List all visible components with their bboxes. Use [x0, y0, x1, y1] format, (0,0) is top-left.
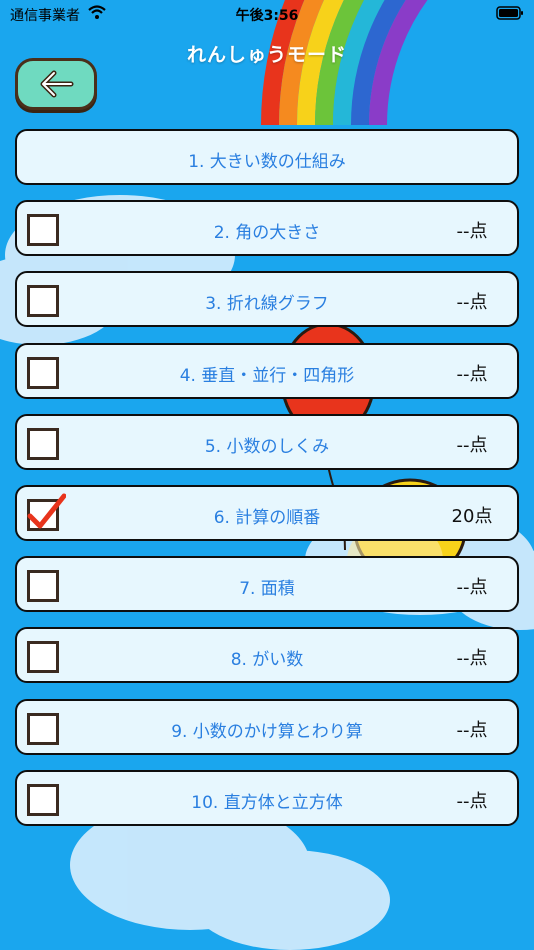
- lesson-score: --点: [456, 364, 488, 385]
- back-button[interactable]: [15, 58, 97, 110]
- lesson-row[interactable]: 9. 小数のかけ算とわり算 --点: [15, 699, 519, 755]
- lesson-row[interactable]: 5. 小数のしくみ --点: [15, 414, 519, 470]
- battery-icon: [496, 6, 523, 20]
- arrow-left-icon: [40, 70, 74, 98]
- lesson-score: --点: [456, 292, 488, 313]
- lesson-score: --点: [456, 648, 488, 669]
- lesson-row[interactable]: 2. 角の大きさ --点: [15, 200, 519, 256]
- lesson-score: --点: [456, 435, 488, 456]
- lesson-row[interactable]: 7. 面積 --点: [15, 556, 519, 612]
- lesson-label: 1. 大きい数の仕組み: [188, 152, 346, 172]
- lesson-row[interactable]: 1. 大きい数の仕組み: [15, 129, 519, 185]
- lesson-score: 20点: [451, 506, 493, 527]
- status-time: 午後3:56: [235, 8, 299, 24]
- lesson-score: --点: [456, 577, 488, 598]
- lesson-score: --点: [456, 720, 488, 741]
- lesson-row[interactable]: 8. がい数 --点: [15, 627, 519, 683]
- lesson-score: --点: [456, 221, 488, 242]
- lesson-row[interactable]: 3. 折れ線グラフ --点: [15, 271, 519, 327]
- status-bar: 通信事業者 午後3:56: [0, 0, 534, 30]
- lesson-row[interactable]: 6. 計算の順番 20点: [15, 485, 519, 541]
- lesson-row[interactable]: 4. 垂直・並行・四角形 --点: [15, 343, 519, 399]
- lesson-row[interactable]: 10. 直方体と立方体 --点: [15, 770, 519, 826]
- lesson-score: --点: [456, 791, 488, 812]
